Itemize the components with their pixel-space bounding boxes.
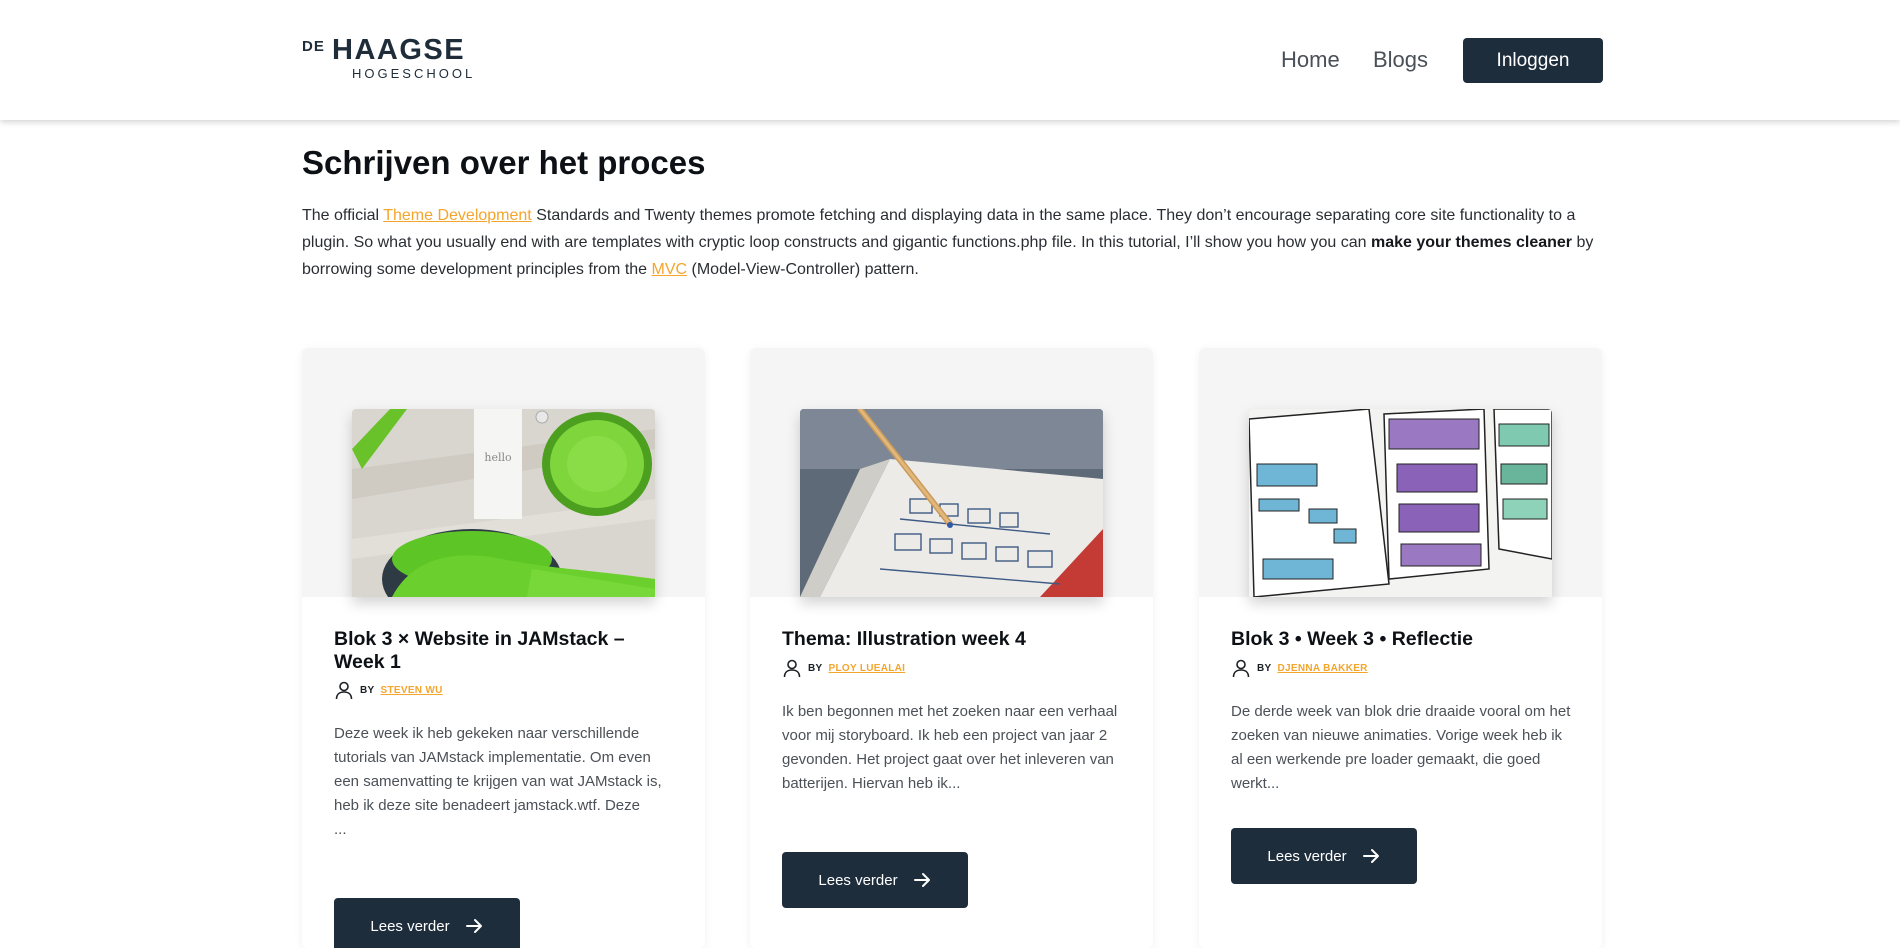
card-image-wireframe-sketch[interactable] (1249, 409, 1552, 597)
card-image-notebook[interactable] (800, 409, 1103, 597)
byline-by: BY (1257, 662, 1272, 674)
intro-text-end: (Model-View-Controller) pattern. (687, 261, 919, 278)
intro-paragraph: The official Theme Development Standards… (302, 202, 1602, 283)
logo-de: DE (302, 38, 325, 55)
read-more-label: Lees verder (818, 871, 898, 889)
user-icon (335, 681, 353, 700)
card-excerpt-ellipsis: ... (334, 821, 347, 838)
author-link[interactable]: Djenna Bakker (1278, 663, 1368, 674)
logo[interactable]: DE HAAGSE HOGESCHOOL (302, 34, 487, 82)
logo-haagse: HAAGSE (332, 34, 466, 66)
read-more-label: Lees verder (1267, 847, 1347, 865)
theme-development-link[interactable]: Theme Development (383, 207, 532, 224)
card-excerpt-text: Deze week ik heb gekeken naar verschille… (334, 725, 662, 814)
card-image-paint-cans[interactable]: hello (352, 409, 655, 597)
read-more-label: Lees verder (370, 917, 450, 935)
intro-text-start: The official (302, 207, 384, 224)
logo-hogeschool: HOGESCHOOL (352, 66, 476, 81)
byline-by: BY (808, 662, 823, 674)
card-excerpt: Deze week ik heb gekeken naar verschille… (334, 722, 679, 842)
login-button[interactable]: Inloggen (1463, 38, 1603, 83)
arrow-right-icon (465, 919, 482, 933)
card-byline: BY Ploy Luealai (782, 658, 905, 678)
user-icon (1232, 659, 1250, 678)
byline-by: BY (360, 684, 375, 696)
card-title[interactable]: Thema: Illustration week 4 (782, 628, 1127, 651)
author-link[interactable]: Steven Wu (381, 685, 443, 696)
arrow-right-icon (913, 873, 930, 887)
nav-item-home[interactable]: Home (1281, 38, 1340, 82)
svg-text:hello: hello (484, 451, 512, 464)
read-more-button[interactable]: Lees verder (334, 898, 520, 948)
nav-item-blogs[interactable]: Blogs (1373, 38, 1428, 82)
page-title: Schrijven over het proces (302, 144, 706, 181)
card-excerpt: De derde week van blok drie draaide voor… (1231, 703, 1571, 792)
card-title[interactable]: Blok 3 • Week 3 • Reflectie (1231, 628, 1576, 651)
card-image-area (750, 348, 1153, 597)
card-title[interactable]: Blok 3 × Website in JAMstack – Week 1 (334, 628, 679, 674)
blog-card: hello Blok 3 × Website in JAMstack – Wee… (302, 348, 705, 948)
read-more-button[interactable]: Lees verder (1231, 828, 1417, 884)
blog-card: Thema: Illustration week 4 BY Ploy Lueal… (750, 348, 1153, 948)
intro-bold-text: make your themes cleaner (1371, 234, 1573, 251)
nav-home-link[interactable]: Home (1281, 47, 1340, 73)
card-byline: BY Steven Wu (334, 680, 443, 700)
author-link[interactable]: Ploy Luealai (829, 663, 906, 674)
card-image-area (1199, 348, 1602, 597)
mvc-link[interactable]: MVC (652, 261, 688, 278)
blog-card: Blok 3 • Week 3 • Reflectie BY Djenna Ba… (1199, 348, 1602, 948)
user-icon (783, 659, 801, 678)
card-image-area: hello (302, 348, 705, 597)
arrow-right-icon (1362, 849, 1379, 863)
site-header: DE HAAGSE HOGESCHOOL Home Blogs Inloggen (0, 0, 1900, 120)
read-more-button[interactable]: Lees verder (782, 852, 968, 908)
card-excerpt: Ik ben begonnen met het zoeken naar een … (782, 703, 1118, 792)
card-byline: BY Djenna Bakker (1231, 658, 1368, 678)
nav-blogs-link[interactable]: Blogs (1373, 47, 1428, 73)
